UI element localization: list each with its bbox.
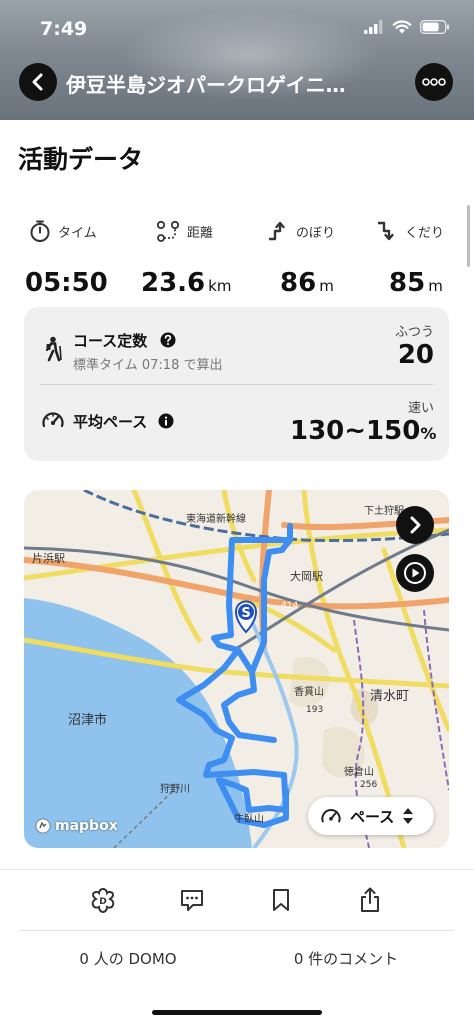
mapbox-logo: mapbox [35, 818, 118, 834]
stat-descent-value: 85 m [389, 268, 443, 298]
label-tokura: 徳倉山 [344, 765, 374, 778]
wifi-icon [392, 20, 412, 34]
label-numazu: 沼津市 [68, 712, 107, 728]
card-divider [40, 384, 433, 385]
status-icons [364, 20, 450, 34]
scroll-indicator[interactable] [467, 205, 470, 267]
stat-ascent-number: 86 [280, 268, 317, 298]
label-elev193: 193 [306, 705, 323, 715]
label-elev256: 256 [360, 780, 377, 790]
play-icon [404, 562, 426, 584]
mapbox-mark-icon [35, 818, 51, 834]
status-time: 7:49 [40, 18, 88, 40]
more-options-button[interactable] [415, 63, 453, 101]
stat-distance: 距離 [155, 218, 265, 244]
hill-area [289, 656, 330, 708]
pace-rating: 速い [407, 401, 434, 416]
home-indicator [152, 1010, 322, 1015]
pace-unit: % [420, 424, 437, 443]
label-ushibuse: 牛臥山 [234, 812, 264, 825]
stopwatch-icon [30, 220, 50, 242]
stat-descent-label: くだり [405, 225, 445, 241]
domo-flower-icon: D [91, 887, 115, 914]
stat-ascent-unit: m [319, 277, 334, 295]
stat-distance-unit: km [208, 277, 232, 295]
map-canvas: S 片浜駅 東海道新幹線 大岡駅 沼津市 清水町 香貫山 193 徳倉山 256… [24, 490, 449, 848]
activity-title: 伊豆半島ジオパークロゲイニ… [66, 73, 346, 97]
stat-time: タイム [28, 218, 138, 244]
battery-icon [420, 20, 449, 34]
stat-descent-unit: m [428, 277, 443, 295]
map-play-button[interactable] [396, 554, 434, 592]
header: 7:49 伊豆半島ジオパークロゲイニ… [0, 0, 474, 120]
map-expand-button[interactable] [396, 506, 434, 544]
label-ooka: 大岡駅 [290, 569, 323, 583]
mapbox-logo-text: mapbox [55, 818, 118, 834]
pace-label: 平均ペース [73, 413, 148, 431]
info-icon[interactable] [158, 413, 174, 429]
pace-number: 130~150 [290, 416, 421, 446]
comment-count[interactable]: 0 件のコメント [248, 948, 444, 969]
label-kanuki: 香貫山 [294, 686, 324, 698]
share-button[interactable] [355, 885, 385, 915]
stat-time-label: タイム [58, 225, 97, 241]
share-icon [361, 887, 379, 912]
stat-time-number: 05:50 [25, 268, 108, 298]
label-route414: 414 [281, 601, 298, 611]
pace-toggle-label: ペース [350, 807, 395, 826]
course-value: 20 [397, 340, 434, 370]
domo-button[interactable]: D [88, 885, 118, 915]
comment-button[interactable] [177, 885, 207, 915]
route-map[interactable]: S 片浜駅 東海道新幹線 大岡駅 沼津市 清水町 香貫山 193 徳倉山 256… [24, 490, 449, 848]
stat-ascent-value: 86 m [280, 268, 334, 298]
course-standard-time: 標準タイム 07:18 で算出 [73, 358, 223, 373]
domo-count[interactable]: 0 人の DOMO [30, 948, 226, 969]
speedometer-small-icon [321, 809, 341, 823]
pace-toggle-button[interactable]: ペース [308, 797, 434, 835]
back-button[interactable] [19, 63, 57, 101]
bottom-action-bar [0, 869, 474, 1024]
stat-descent-number: 85 [389, 268, 426, 298]
pace-value: 130~150% [290, 416, 437, 446]
hiker-icon [45, 336, 62, 362]
stat-descent: くだり [375, 218, 474, 244]
ascent-arrow-icon [269, 221, 285, 241]
help-icon[interactable] [160, 332, 176, 348]
speedometer-icon [42, 412, 64, 428]
chevron-right-icon [410, 516, 421, 534]
sort-arrows-icon [403, 808, 414, 824]
label-shimizu: 清水町 [370, 689, 409, 704]
course-label: コース定数 [73, 332, 148, 350]
label-kanoko: 狩野川 [160, 782, 190, 795]
more-dots-icon [422, 78, 446, 86]
stat-ascent: のぼり [266, 218, 376, 244]
stat-ascent-label: のぼり [296, 225, 336, 241]
stat-distance-number: 23.6 [141, 268, 206, 298]
bookmark-button[interactable] [266, 885, 296, 915]
stat-distance-value: 23.6 km [141, 268, 231, 298]
descent-arrow-icon [378, 221, 394, 241]
comment-bubble-icon [181, 890, 203, 911]
start-marker-label: S [241, 606, 250, 621]
course-rating: ふつう [394, 325, 434, 340]
section-title: 活動データ [18, 145, 144, 174]
stat-distance-label: 距離 [187, 225, 214, 241]
bookmark-icon [273, 889, 289, 911]
label-katahama: 片浜駅 [32, 552, 65, 565]
route-distance-icon [156, 220, 180, 242]
label-shinkansen: 東海道新幹線 [186, 512, 246, 525]
svg-text:D: D [99, 897, 106, 907]
signal-icon [364, 20, 383, 34]
chevron-left-icon [32, 73, 43, 91]
stat-time-value: 05:50 [25, 268, 108, 298]
bottom-divider [20, 930, 454, 931]
